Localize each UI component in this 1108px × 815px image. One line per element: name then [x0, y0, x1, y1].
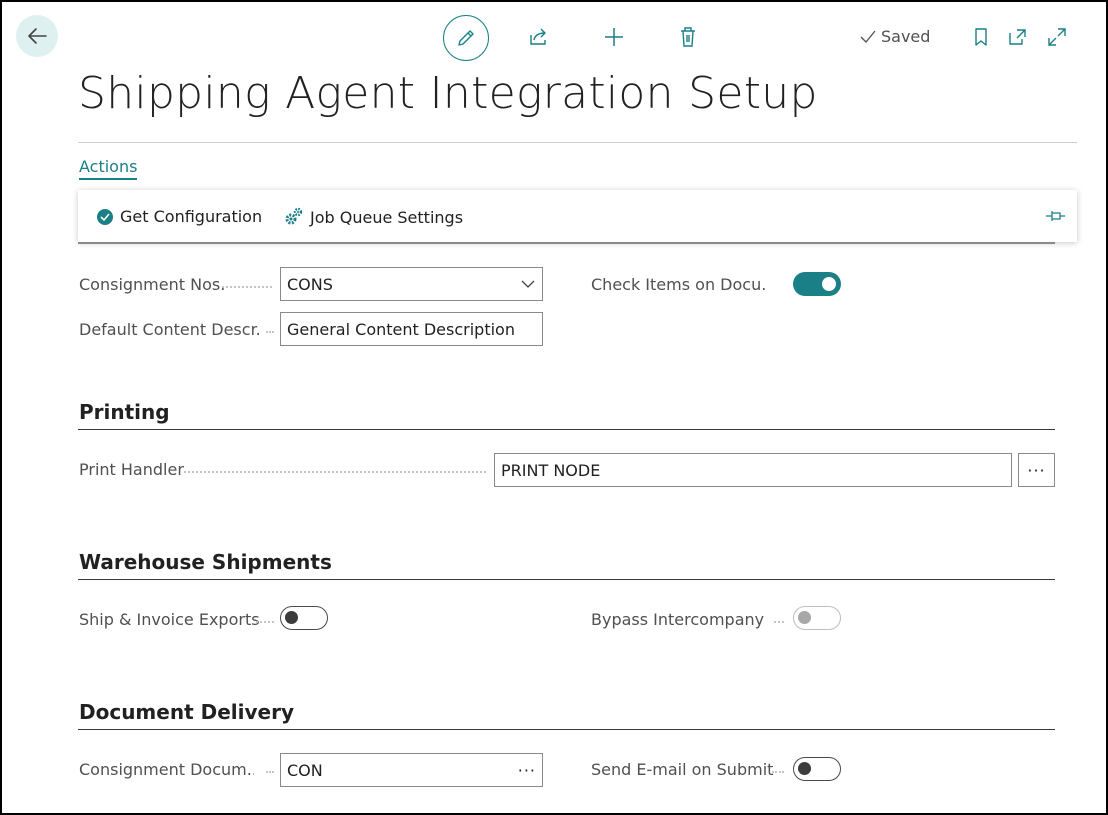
toggle-knob: [798, 611, 811, 624]
chevron-down-icon[interactable]: [520, 279, 536, 289]
share-button[interactable]: [521, 19, 557, 55]
pin-icon: [1046, 211, 1065, 221]
warehouse-section-divider: [78, 579, 1055, 580]
job-queue-settings-action[interactable]: Job Queue Settings: [284, 207, 463, 227]
printing-section-divider: [78, 429, 1055, 430]
gears-icon: [285, 207, 303, 225]
delivery-section-title: Document Delivery: [79, 700, 294, 724]
default-content-desc-label: Default Content Descr...: [79, 320, 259, 339]
get-configuration-action[interactable]: Get Configuration: [96, 207, 262, 226]
get-configuration-label: Get Configuration: [120, 207, 263, 226]
expand-icon: [1048, 28, 1066, 46]
title-divider: [78, 142, 1077, 143]
check-icon: [860, 30, 876, 43]
new-plus-icon: [605, 28, 623, 46]
expand-button[interactable]: [1039, 19, 1075, 55]
leader-dots: [222, 286, 272, 288]
leader-dots: [266, 331, 274, 333]
consignment-nos-label: Consignment Nos.: [79, 275, 226, 294]
leader-dots: [772, 771, 784, 773]
edit-pencil-icon: [458, 30, 474, 46]
print-handler-value: PRINT NODE: [501, 460, 601, 480]
action-bar: Get Configuration Job Queue Settings: [78, 190, 1077, 244]
delete-button[interactable]: [670, 19, 706, 55]
pin-button[interactable]: [1045, 208, 1067, 227]
print-handler-assist-button[interactable]: ···: [1018, 453, 1055, 487]
page-frame: Saved Shipping Agent Integration Setup A…: [0, 0, 1108, 815]
bookmark-icon: [975, 28, 987, 46]
page-title: Shipping Agent Integration Setup: [78, 68, 818, 119]
send-email-label: Send E-mail on Submit: [591, 760, 774, 779]
send-email-toggle[interactable]: [793, 757, 841, 781]
saved-status: Saved: [859, 27, 930, 46]
bookmark-button[interactable]: [963, 19, 999, 55]
toggle-knob: [285, 611, 298, 624]
tab-actions[interactable]: Actions: [79, 157, 138, 180]
printing-section-title: Printing: [79, 400, 170, 424]
consignment-doc-input[interactable]: CON ···: [280, 753, 543, 787]
print-handler-label: Print Handler: [79, 460, 184, 479]
bypass-intercompany-toggle[interactable]: [793, 606, 841, 630]
toggle-knob: [822, 277, 836, 291]
leader-dots: [774, 621, 784, 623]
delivery-section-divider: [78, 729, 1055, 730]
default-content-desc-input[interactable]: General Content Description: [280, 312, 543, 346]
action-bar-underline: [78, 242, 1055, 244]
back-arrow-icon: [28, 28, 47, 44]
check-items-toggle[interactable]: [793, 272, 841, 296]
check-circle-icon: [97, 208, 113, 225]
saved-label: Saved: [881, 27, 931, 46]
open-new-window-icon: [1009, 29, 1026, 45]
new-button[interactable]: [596, 19, 632, 55]
job-queue-settings-label: Job Queue Settings: [310, 207, 464, 227]
delete-trash-icon: [681, 27, 695, 47]
ship-invoice-exports-label: Ship & Invoice Exports: [79, 610, 260, 629]
default-content-desc-value: General Content Description: [287, 319, 515, 339]
toggle-knob: [798, 762, 811, 775]
share-icon: [530, 28, 546, 45]
open-new-window-button[interactable]: [1000, 19, 1036, 55]
print-handler-input[interactable]: PRINT NODE: [494, 453, 1012, 487]
warehouse-section-title: Warehouse Shipments: [79, 550, 332, 574]
bypass-intercompany-label: Bypass Intercompany ...: [591, 610, 769, 629]
consignment-doc-assist-button[interactable]: ···: [518, 761, 536, 780]
check-items-label: Check Items on Docu...: [591, 275, 766, 294]
leader-dots: [266, 771, 274, 773]
consignment-nos-select[interactable]: CONS: [280, 267, 543, 301]
consignment-doc-value: CON: [287, 760, 323, 780]
leader-dots: [184, 471, 486, 473]
back-button[interactable]: [16, 15, 58, 57]
edit-button[interactable]: [443, 15, 489, 61]
consignment-nos-value: CONS: [287, 274, 333, 294]
ship-invoice-exports-toggle[interactable]: [280, 606, 328, 630]
consignment-doc-label: Consignment Docum...: [79, 760, 254, 779]
leader-dots: [256, 621, 274, 623]
